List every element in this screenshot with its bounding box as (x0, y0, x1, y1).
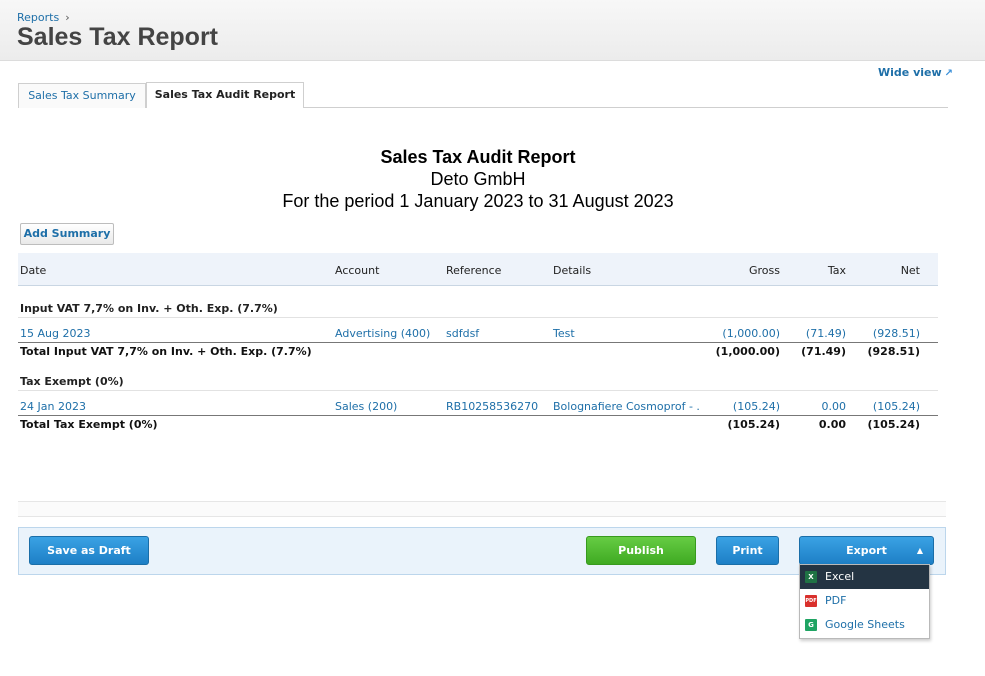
page-header: Reports › Sales Tax Report (0, 0, 985, 61)
add-summary-button[interactable]: Add Summary (20, 223, 114, 245)
publish-button[interactable]: Publish (586, 536, 696, 565)
tab-sales-tax-audit-report[interactable]: Sales Tax Audit Report (146, 82, 304, 108)
row-gross-link[interactable]: (105.24) (733, 400, 780, 413)
total-tax: 0.00 (818, 418, 846, 431)
row-account-link[interactable]: Sales (200) (335, 400, 397, 413)
page-title: Sales Tax Report (17, 23, 219, 51)
tab-sales-tax-summary[interactable]: Sales Tax Summary (18, 83, 146, 108)
row-tax-link[interactable]: (71.49) (806, 327, 846, 340)
column-header-account[interactable]: Account (335, 264, 379, 277)
table-row: 15 Aug 2023 Advertising (400) sdfdsf Tes… (18, 324, 938, 343)
google-sheets-icon: G (805, 619, 817, 631)
row-details-link[interactable]: Bolognafiere Cosmoprof - . (553, 400, 700, 413)
total-row: Total Tax Exempt (0%) (105.24) 0.00 (105… (18, 415, 938, 433)
total-row: Total Input VAT 7,7% on Inv. + Oth. Exp.… (18, 342, 938, 360)
total-net: (105.24) (867, 418, 920, 431)
save-as-draft-button[interactable]: Save as Draft (29, 536, 149, 565)
menu-item-label: Google Sheets (825, 618, 905, 631)
wide-view-link[interactable]: Wide view ↗ (878, 66, 953, 79)
row-net-link[interactable]: (928.51) (873, 327, 920, 340)
print-button[interactable]: Print (716, 536, 779, 565)
export-menu-item-pdf[interactable]: PDF PDF (800, 589, 929, 613)
export-button[interactable]: Export ▲ (799, 536, 934, 565)
total-gross: (1,000.00) (715, 345, 780, 358)
divider (18, 501, 946, 517)
report-period: For the period 1 January 2023 to 31 Augu… (282, 191, 674, 211)
row-account-link[interactable]: Advertising (400) (335, 327, 430, 340)
report-heading: Sales Tax Audit Report Deto GmbH For the… (18, 146, 938, 212)
export-menu-item-google-sheets[interactable]: G Google Sheets (800, 613, 929, 637)
row-reference-link[interactable]: RB10258536270 (446, 400, 538, 413)
expand-arrow-icon: ↗ (944, 68, 954, 79)
row-date-link[interactable]: 15 Aug 2023 (20, 327, 90, 340)
column-header-gross[interactable]: Gross (749, 264, 780, 277)
total-label: Total Input VAT 7,7% on Inv. + Oth. Exp.… (20, 345, 312, 358)
total-gross: (105.24) (727, 418, 780, 431)
caret-up-icon: ▲ (916, 546, 923, 555)
group-title: Tax Exempt (0%) (18, 372, 938, 391)
pdf-icon: PDF (805, 595, 817, 607)
wide-view-label: Wide view (878, 66, 942, 79)
column-header-details[interactable]: Details (553, 264, 591, 277)
menu-item-label: PDF (825, 594, 847, 607)
column-header-net[interactable]: Net (901, 264, 920, 277)
report-title: Sales Tax Audit Report (380, 147, 576, 167)
row-reference-link[interactable]: sdfdsf (446, 327, 479, 340)
menu-item-label: Excel (825, 570, 855, 583)
table-row: 24 Jan 2023 Sales (200) RB10258536270 Bo… (18, 397, 938, 416)
total-net: (928.51) (867, 345, 920, 358)
group-title-label: Tax Exempt (0%) (20, 375, 124, 388)
row-details-link[interactable]: Test (553, 327, 575, 340)
total-tax: (71.49) (801, 345, 846, 358)
total-label: Total Tax Exempt (0%) (20, 418, 158, 431)
group-title-label: Input VAT 7,7% on Inv. + Oth. Exp. (7.7%… (20, 302, 278, 315)
row-gross-link[interactable]: (1,000.00) (722, 327, 780, 340)
row-tax-link[interactable]: 0.00 (822, 400, 847, 413)
export-menu-item-excel[interactable]: X Excel (800, 565, 929, 589)
column-header-tax[interactable]: Tax (828, 264, 846, 277)
column-header-reference[interactable]: Reference (446, 264, 501, 277)
export-menu: X Excel PDF PDF G Google Sheets (799, 564, 930, 639)
row-date-link[interactable]: 24 Jan 2023 (20, 400, 86, 413)
report-tabs: Sales Tax Summary Sales Tax Audit Report (18, 82, 948, 108)
group-title: Input VAT 7,7% on Inv. + Oth. Exp. (7.7%… (18, 299, 938, 318)
report-company: Deto GmbH (430, 169, 526, 189)
export-label: Export (846, 544, 887, 557)
column-header-date[interactable]: Date (20, 264, 46, 277)
excel-icon: X (805, 571, 817, 583)
table-header: Date Account Reference Details Gross Tax… (18, 253, 938, 286)
row-net-link[interactable]: (105.24) (873, 400, 920, 413)
